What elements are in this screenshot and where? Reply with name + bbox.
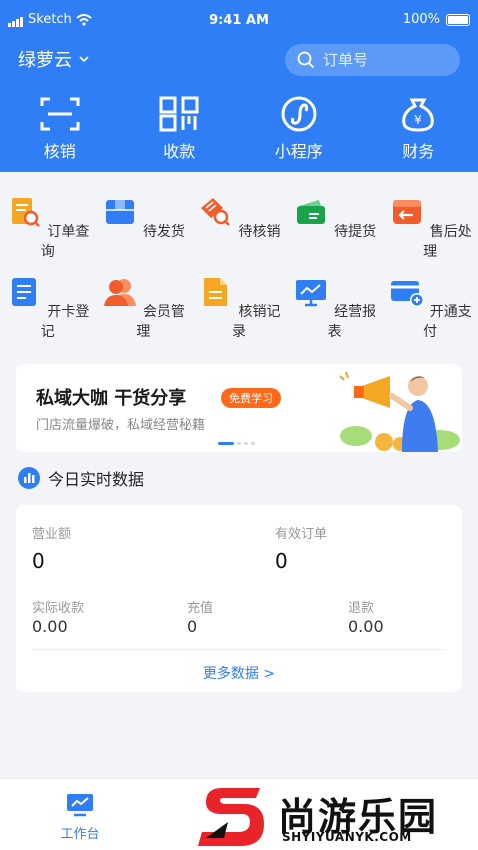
grid-item-label: 待提货 [334,224,377,240]
feature-grid: 订单查询 待发货 待核销 待提货 售后处理 开卡登记 会员管理 核销记录 经营报… [0,196,478,356]
grid-item-label: 开通支付 [423,304,472,340]
action-verify[interactable]: 核销 [0,96,120,162]
banner-title: 私域大咖 干货分享 [36,388,187,409]
section-title: 今日实时数据 [48,470,145,489]
grid-item-reports[interactable]: 经营报表 [287,276,383,356]
action-collect[interactable]: 收款 [120,96,240,162]
received-value: 0.00 [32,617,68,636]
grid-item-after-sales[interactable]: 售后处理 [382,196,478,276]
grid-item-open-payment[interactable]: 开通支付 [382,276,478,356]
action-mini-program[interactable]: 小程序 [239,96,359,162]
battery-icon [446,13,470,26]
grid-item-label: 订单查询 [40,224,90,260]
received-label: 实际收款 [32,601,85,616]
grid-item-card-register[interactable]: 开卡登记 [0,276,96,356]
watermark-logo-icon [198,788,264,846]
recharge-value: 0 [187,617,198,636]
store-name: 绿萝云 [18,50,72,71]
order-search-icon [12,198,41,227]
orders-label: 有效订单 [275,527,328,542]
bar-chart-icon [18,467,40,489]
watermark: 尚游乐园 SHYIYUANYK.COM [198,780,478,850]
pickup-wallet-icon [297,200,326,224]
ticket-search-icon [201,198,231,226]
more-data-link[interactable]: 更多数据 > [16,663,462,683]
grid-item-verify-records[interactable]: 核销记录 [191,276,287,356]
mini-program-icon [281,96,317,132]
header-actions: 核销 收款 小程序 ¥ 财务 [0,96,478,162]
banner-tag: 免费学习 [221,388,281,408]
payment-card-icon [390,281,424,307]
card-register-icon [12,278,37,306]
return-icon [392,200,421,224]
grid-item-label: 待发货 [142,224,185,240]
records-doc-icon [204,278,228,306]
search-bar[interactable] [285,44,460,76]
store-selector[interactable]: 绿萝云 [18,46,90,72]
workbench-icon [67,794,93,817]
grid-item-label: 经营报表 [327,304,377,340]
banner-illustration [339,371,460,452]
grid-item-label: 核销记录 [231,304,281,340]
qr-code-icon [159,96,199,132]
grid-item-to-pickup[interactable]: 待提货 [287,196,383,276]
search-icon [297,51,315,69]
report-chart-icon [296,280,327,307]
chevron-down-icon [79,56,89,63]
realtime-data-card: 营业额 0 有效订单 0 实际收款 0.00 充值 0 退款 0.00 更多数据… [16,505,462,692]
header: Sketch 9:41 AM 100% 绿萝云 核销 收款 小程序 ¥ [0,0,478,172]
refund-label: 退款 [348,601,375,616]
shipping-box-icon [105,200,134,224]
grid-item-label: 会员管理 [136,304,185,340]
watermark-url: SHYIYUANYK.COM [282,830,412,844]
grid-item-to-verify[interactable]: 待核销 [191,196,287,276]
realtime-section-header: 今日实时数据 [18,466,144,490]
grid-item-label: 开卡登记 [40,304,90,340]
banner-subtitle: 门店流量爆破，私域经营秘籍 [36,418,206,433]
grid-item-label: 售后处理 [423,224,472,260]
revenue-label: 营业额 [32,527,72,542]
action-label: 核销 [43,142,76,161]
grid-item-to-ship[interactable]: 待发货 [96,196,192,276]
orders-value: 0 [275,549,288,573]
grid-item-order-query[interactable]: 订单查询 [0,196,96,276]
battery-percent: 100% [402,12,440,27]
refund-value: 0.00 [348,617,384,636]
scan-icon [40,97,80,131]
action-label: 收款 [163,142,196,161]
grid-item-label: 待核销 [238,224,281,240]
recharge-label: 充值 [187,601,214,616]
promo-banner[interactable]: 私域大咖 干货分享 免费学习 门店流量爆破，私域经营秘籍 [16,364,462,452]
members-icon [103,279,136,306]
action-label: 财务 [402,142,435,161]
search-input[interactable] [323,51,443,69]
tab-label: 工作台 [60,827,100,842]
revenue-value: 0 [32,549,45,573]
divider [32,649,446,650]
grid-item-members[interactable]: 会员管理 [96,276,192,356]
money-bag-icon: ¥ [402,98,435,132]
action-finance[interactable]: ¥ 财务 [359,96,478,162]
carousel-dots[interactable] [218,442,255,445]
status-bar: Sketch 9:41 AM 100% [0,0,478,36]
svg-text:¥: ¥ [414,113,422,127]
tab-workbench[interactable]: 工作台 [50,793,110,842]
action-label: 小程序 [274,142,323,161]
